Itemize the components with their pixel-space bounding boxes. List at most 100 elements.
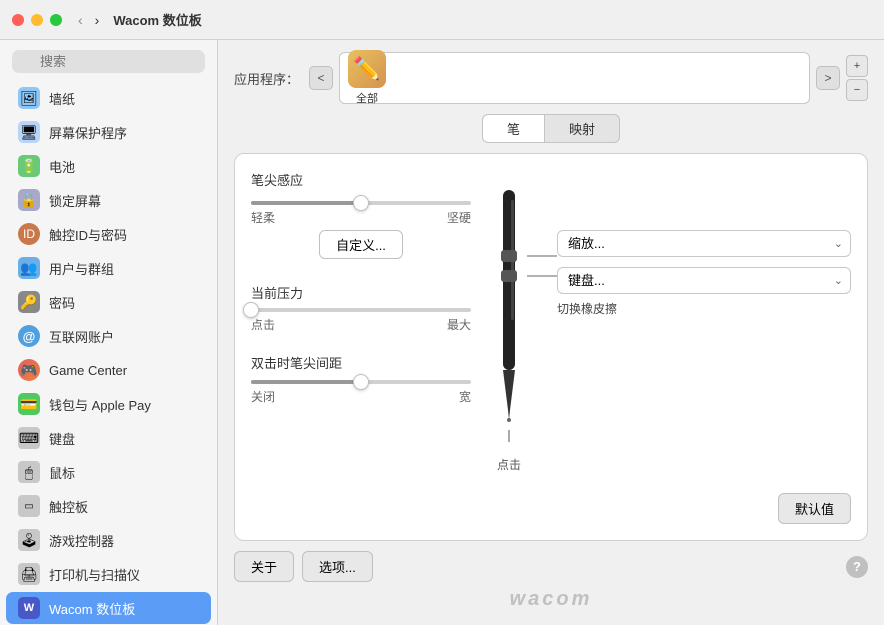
sidebar-item-label: 锁定屏幕	[49, 191, 101, 210]
search-wrapper: ⌕	[12, 50, 205, 73]
password-icon: 🔑	[18, 291, 40, 313]
trackpad-icon: ▭	[18, 495, 40, 517]
sidebar-item-screensaver[interactable]: 🖥 屏幕保护程序	[6, 116, 211, 148]
app-icon-container: ✏️ 全部	[339, 52, 810, 104]
sidebar-item-battery[interactable]: 🔋 电池	[6, 150, 211, 182]
pen-controls: 缩放... ⌄ 键盘... ⌄ 切换橡皮擦	[557, 170, 851, 483]
sidebar-item-trackpad[interactable]: ▭ 触控板	[6, 490, 211, 522]
sidebar-item-mouse[interactable]: 🖱 鼠标	[6, 456, 211, 488]
sidebar-item-label: 触控板	[49, 497, 88, 516]
eraser-label: 切换橡皮擦	[557, 300, 851, 317]
lock-icon: 🔒	[18, 189, 40, 211]
sidebar-item-gamecontroller[interactable]: 🕹 游戏控制器	[6, 524, 211, 556]
customize-button[interactable]: 自定义...	[319, 230, 403, 259]
window-title: Wacom 数位板	[113, 10, 201, 29]
search-container: ⌕	[0, 40, 217, 81]
titlebar: ‹ › Wacom 数位板	[0, 0, 884, 40]
tip-soft-label: 轻柔	[251, 209, 275, 226]
battery-icon: 🔋	[18, 155, 40, 177]
dropdown-wrapper-1: 缩放... ⌄	[557, 230, 851, 257]
sidebar-item-keyboard[interactable]: ⌨ 键盘	[6, 422, 211, 454]
left-panel: 笔尖感应 轻柔 坚硬 自定义... 当前压力	[251, 170, 471, 524]
dropdown-row-1: 缩放... ⌄	[557, 230, 851, 257]
app-prev-button[interactable]: <	[309, 66, 333, 90]
mouse-icon: 🖱	[18, 461, 40, 483]
keyboard-icon: ⌨	[18, 427, 40, 449]
bottom-bar: 关于 选项... ?	[234, 551, 868, 582]
sidebar-item-wallpaper[interactable]: 🖼 墙纸	[6, 82, 211, 114]
wacom-icon: W	[18, 597, 40, 619]
sidebar-item-label: 游戏控制器	[49, 531, 114, 550]
main-layout: ⌕ 🖼 墙纸 🖥 屏幕保护程序 🔋 电池 🔒 锁定屏幕 ID 触控ID与密码 👥…	[0, 40, 884, 625]
app-next-button[interactable]: >	[816, 66, 840, 90]
tip-sensitivity-title: 笔尖感应	[251, 170, 471, 189]
double-click-title: 双击时笔尖间距	[251, 353, 471, 372]
double-click-section: 双击时笔尖间距 关闭 宽	[251, 353, 471, 405]
dropdown-wrapper-2: 键盘... ⌄	[557, 267, 851, 294]
default-button[interactable]: 默认值	[778, 493, 851, 524]
tip-sensitivity-track[interactable]	[251, 201, 471, 205]
search-input[interactable]	[12, 50, 205, 73]
help-button[interactable]: ?	[846, 556, 868, 578]
internet-icon: @	[18, 325, 40, 347]
sidebar-item-label: 用户与群组	[49, 259, 114, 278]
navigation-arrows: ‹ ›	[74, 10, 103, 30]
dbl-wide-label: 宽	[459, 388, 471, 405]
gamecenter-icon: 🎮	[18, 359, 40, 381]
forward-arrow[interactable]: ›	[91, 10, 104, 30]
dbl-click-labels: 关闭 宽	[251, 388, 471, 405]
sidebar-item-label: 墙纸	[49, 89, 75, 108]
sidebar-item-wallet[interactable]: 💳 钱包与 Apple Pay	[6, 388, 211, 420]
pressure-labels: 点击 最大	[251, 316, 471, 333]
pressure-track[interactable]	[251, 308, 471, 312]
sidebar-item-lockscreen[interactable]: 🔒 锁定屏幕	[6, 184, 211, 216]
pen-image-container: 点击	[491, 170, 527, 483]
sidebar: ⌕ 🖼 墙纸 🖥 屏幕保护程序 🔋 电池 🔒 锁定屏幕 ID 触控ID与密码 👥…	[0, 40, 218, 625]
dropdown-2[interactable]: 键盘...	[557, 267, 851, 294]
wacom-brand: wacom	[234, 582, 868, 613]
sidebar-item-label: 互联网账户	[49, 327, 114, 346]
maximize-button[interactable]	[50, 14, 62, 26]
sidebar-item-printer[interactable]: 🖨 打印机与扫描仪	[6, 558, 211, 590]
pen-click-label: 点击	[497, 456, 521, 473]
tab-mapping[interactable]: 映射	[544, 114, 620, 143]
bottom-left-buttons: 关于 选项...	[234, 551, 373, 582]
app-label: 应用程序：	[234, 69, 299, 88]
content-area: 应用程序： < ✏️ 全部 > + − 笔 映射	[218, 40, 884, 625]
current-pressure-section: 当前压力 点击 最大	[251, 283, 471, 333]
sidebar-item-label: 触控ID与密码	[49, 225, 127, 244]
app-thumb: ✏️ 全部	[348, 50, 386, 106]
app-nav-right: + −	[846, 55, 868, 101]
app-add-button[interactable]: +	[846, 55, 868, 77]
sidebar-item-label: 打印机与扫描仪	[49, 565, 140, 584]
app-thumbnail: ✏️	[348, 50, 386, 88]
current-pressure-title: 当前压力	[251, 283, 471, 302]
sidebar-item-label: Game Center	[49, 363, 127, 378]
sidebar-item-touchid[interactable]: ID 触控ID与密码	[6, 218, 211, 250]
sidebar-item-label: 钱包与 Apple Pay	[49, 395, 151, 414]
pen-svg	[491, 170, 527, 450]
back-arrow[interactable]: ‹	[74, 10, 87, 30]
app-remove-button[interactable]: −	[846, 79, 868, 101]
sidebar-item-internet[interactable]: @ 互联网账户	[6, 320, 211, 352]
minimize-button[interactable]	[31, 14, 43, 26]
printer-icon: 🖨	[18, 563, 40, 585]
wallet-icon: 💳	[18, 393, 40, 415]
tip-sensitivity-labels: 轻柔 坚硬	[251, 209, 471, 226]
close-button[interactable]	[12, 14, 24, 26]
sidebar-item-wacom[interactable]: W Wacom 数位板	[6, 592, 211, 624]
tab-pen[interactable]: 笔	[482, 114, 544, 143]
sidebar-item-users[interactable]: 👥 用户与群组	[6, 252, 211, 284]
dbl-click-track[interactable]	[251, 380, 471, 384]
dropdown-1[interactable]: 缩放...	[557, 230, 851, 257]
about-button[interactable]: 关于	[234, 551, 294, 582]
panel-inner: 笔尖感应 轻柔 坚硬 自定义... 当前压力	[251, 170, 851, 524]
main-panel: 笔尖感应 轻柔 坚硬 自定义... 当前压力	[234, 153, 868, 541]
sidebar-item-password[interactable]: 🔑 密码	[6, 286, 211, 318]
app-bar: 应用程序： < ✏️ 全部 > + −	[234, 52, 868, 104]
sidebar-item-gamecenter[interactable]: 🎮 Game Center	[6, 354, 211, 386]
sidebar-item-label: 键盘	[49, 429, 75, 448]
gamecontroller-icon: 🕹	[18, 529, 40, 551]
options-button[interactable]: 选项...	[302, 551, 373, 582]
sidebar-item-label: 鼠标	[49, 463, 75, 482]
